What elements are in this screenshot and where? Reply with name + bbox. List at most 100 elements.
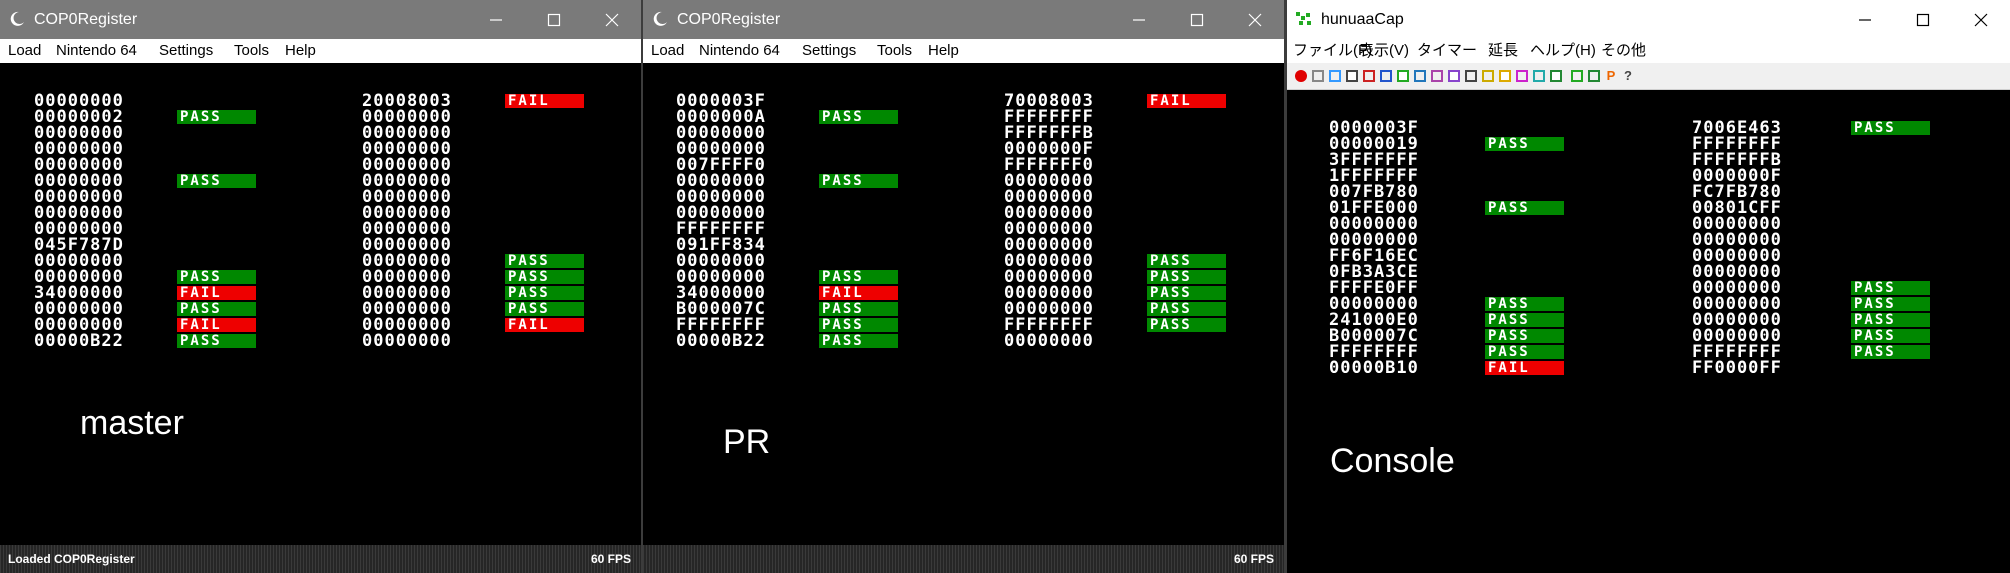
resize-icon[interactable] (1482, 70, 1494, 82)
maximize-button[interactable] (525, 0, 583, 39)
window-title: COP0Register (34, 11, 138, 28)
menu-other[interactable]: その他 (1601, 42, 1646, 60)
maximize-button[interactable] (1168, 0, 1226, 39)
graph-icon[interactable] (1414, 70, 1426, 82)
menu-nintendo-64[interactable]: Nintendo 64 (56, 42, 137, 60)
moon-app-icon (653, 11, 667, 26)
register-value: 00000B10 (1329, 358, 1419, 378)
status-bar: 60 FPS (643, 545, 1284, 573)
palette-icon[interactable] (1516, 70, 1528, 82)
menu-tools[interactable]: Tools (877, 42, 912, 60)
print-icon[interactable] (1346, 70, 1358, 82)
register-value: 00000B22 (34, 331, 124, 351)
pass-badge: PASS (1851, 297, 1930, 311)
emulator-window-pr: COP0Register Load Nintendo 64 Settings T… (643, 0, 1284, 573)
menu-load[interactable]: Load (651, 42, 684, 60)
menu-tools[interactable]: Tools (234, 42, 269, 60)
register-row: 00000000 (362, 333, 487, 350)
power-icon[interactable] (1571, 70, 1583, 82)
register-column-left: 00000000 00000002 PASS 00000000 00000000 0000… (34, 93, 256, 351)
minimize-button[interactable] (467, 0, 525, 39)
register-column-left: 0000003F 0000000A PASS 00000000 00000000 007F… (676, 93, 898, 351)
close-button[interactable] (1952, 0, 2010, 39)
image-icon[interactable] (1380, 70, 1392, 82)
register-column-right: 20008003 FAIL 00000000 00000000 00000000 0000… (362, 93, 584, 350)
close-button[interactable] (1226, 0, 1284, 39)
pass-badge: PASS (1485, 345, 1564, 359)
fail-badge: FAIL (505, 318, 584, 332)
minimize-button[interactable] (1110, 0, 1168, 39)
record-icon[interactable] (1295, 70, 1307, 82)
stop-icon[interactable] (1312, 70, 1324, 82)
pass-badge: PASS (1851, 313, 1930, 327)
pen-icon[interactable] (1448, 70, 1460, 82)
window-icon[interactable] (1329, 70, 1341, 82)
register-row: 00000B22 PASS (34, 331, 256, 351)
pass-badge: PASS (819, 110, 898, 124)
menu-extend[interactable]: 延長 (1488, 42, 1518, 60)
title-bar[interactable]: COP0Register (0, 0, 641, 39)
fail-badge: FAIL (1485, 361, 1564, 375)
link-icon[interactable] (1533, 70, 1545, 82)
maximize-button[interactable] (1894, 0, 1952, 39)
menu-help[interactable]: Help (928, 42, 959, 60)
register-column-right: 70008003 FAIL FFFFFFFF FFFFFFFB 0000000F FFFF… (1004, 93, 1226, 351)
menu-timer[interactable]: タイマー (1417, 42, 1477, 60)
tree-icon[interactable] (1550, 70, 1562, 82)
emulator-screen: 0000003F 0000000A PASS 00000000 00000000 007F… (643, 63, 1284, 545)
minimize-icon (1859, 19, 1871, 21)
register-row: 00000B22 PASS (676, 331, 898, 351)
fan-icon[interactable] (1588, 70, 1600, 82)
pass-badge: PASS (177, 174, 256, 188)
save-icon[interactable] (1363, 70, 1375, 82)
p-icon[interactable]: P (1605, 69, 1617, 82)
pass-badge: PASS (819, 334, 898, 348)
emulator-screen: 00000000 00000002 PASS 00000000 00000000 0000… (0, 63, 641, 545)
pass-badge: PASS (819, 318, 898, 332)
register-value: 00000B22 (676, 331, 766, 351)
pass-badge: PASS (1851, 121, 1930, 135)
pass-badge: PASS (505, 270, 584, 284)
menu-view[interactable]: 表示(V) (1359, 42, 1409, 60)
minimize-icon (1133, 19, 1145, 21)
fps-counter: 60 FPS (590, 552, 631, 566)
menu-nintendo-64[interactable]: Nintendo 64 (699, 42, 780, 60)
close-button[interactable] (583, 0, 641, 39)
menu-settings[interactable]: Settings (802, 42, 856, 60)
title-bar[interactable]: COP0Register (643, 0, 1284, 39)
pass-badge: PASS (1147, 318, 1226, 332)
pass-badge: PASS (177, 110, 256, 124)
register-row: 00000B10 FAIL (1329, 358, 1564, 378)
register-row: FF0000FF (1692, 360, 1817, 377)
capture-app-icon (1296, 12, 1311, 25)
pass-badge: PASS (505, 254, 584, 268)
close-icon (1248, 13, 1262, 27)
register-value: 00000000 (1004, 331, 1094, 351)
menu-load[interactable]: Load (8, 42, 41, 60)
fail-badge: FAIL (819, 286, 898, 300)
star-icon[interactable] (1499, 70, 1511, 82)
minimize-button[interactable] (1836, 0, 1894, 39)
overlay-caption: master (80, 404, 184, 442)
pass-badge: PASS (1485, 201, 1564, 215)
pass-badge: PASS (1147, 270, 1226, 284)
menu-help[interactable]: Help (285, 42, 316, 60)
window-title: COP0Register (677, 11, 781, 28)
fail-badge: FAIL (177, 318, 256, 332)
fail-badge: FAIL (177, 286, 256, 300)
menu-settings[interactable]: Settings (159, 42, 213, 60)
minimize-icon (490, 19, 502, 21)
pass-badge: PASS (177, 270, 256, 284)
close-icon (1974, 13, 1988, 27)
pass-badge: PASS (505, 286, 584, 300)
config-icon[interactable] (1397, 70, 1409, 82)
crop-icon[interactable] (1465, 70, 1477, 82)
tool-icon[interactable] (1431, 70, 1443, 82)
emulator-window-master: COP0Register Load Nintendo 64 Settings T… (0, 0, 641, 573)
menu-help[interactable]: ヘルプ(H) (1530, 42, 1596, 60)
pass-badge: PASS (1147, 286, 1226, 300)
title-bar[interactable]: hunuaaCap (1287, 0, 2010, 39)
pass-badge: PASS (1147, 254, 1226, 268)
close-icon (605, 13, 619, 27)
help-icon[interactable]: ? (1622, 69, 1634, 82)
